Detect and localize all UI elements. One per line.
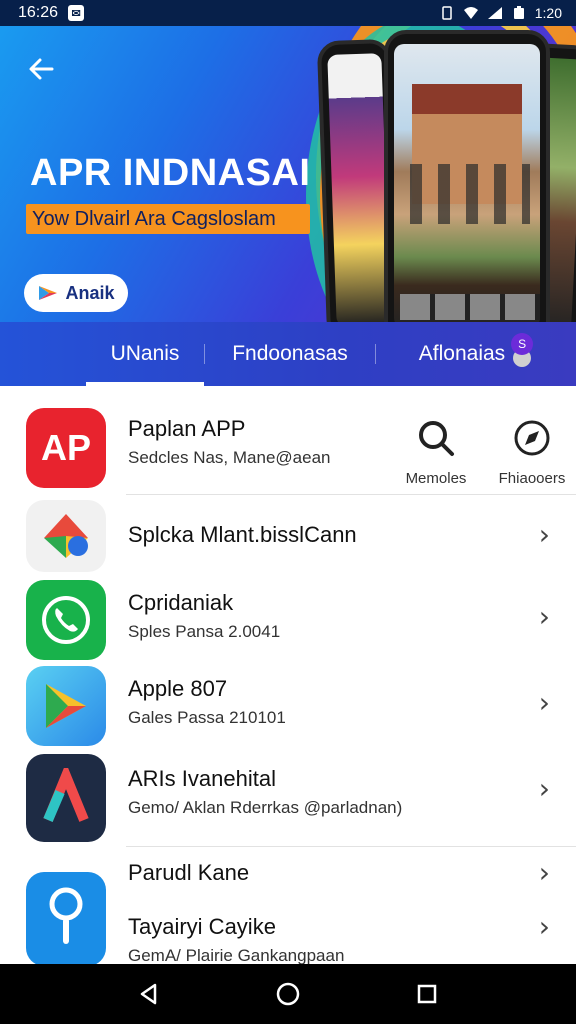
tab-fndoonasas[interactable]: Fndoonasas <box>205 322 375 386</box>
app-icon-ap: AP <box>26 408 106 488</box>
list-item-title: Tayairyi Cayike <box>128 914 276 939</box>
list-item-text: Apple 807 Gales Passa 210101 <box>128 676 286 728</box>
battery-icon <box>513 6 524 19</box>
tab-aflonaias[interactable]: Aflonaias S <box>376 322 576 386</box>
phone-icon <box>26 580 106 660</box>
chevron-right-icon: › <box>538 856 550 889</box>
search-app-icon <box>26 872 106 964</box>
chevron-right-icon: › <box>538 518 550 551</box>
recents-button[interactable] <box>412 979 442 1009</box>
chevron-right-icon: › <box>538 686 550 719</box>
chevron-right-icon: › <box>538 772 550 805</box>
search-icon <box>419 421 454 456</box>
home-circle-icon <box>276 982 300 1006</box>
back-arrow-icon[interactable] <box>28 56 54 88</box>
list-item-title: Cpridaniak <box>128 590 234 615</box>
back-triangle-icon <box>141 983 157 1005</box>
list-item[interactable]: Splcka Mlant.bisslCann › <box>0 498 576 578</box>
tab-unanis[interactable]: UNanis <box>86 322 204 386</box>
list-item-title: Parudl Kane <box>128 860 250 885</box>
system-nav-bar <box>0 964 576 1024</box>
list-item-text: ARIs Ivanehital Gemo/ Aklan Rderrkas @pa… <box>128 766 402 818</box>
fhiaooers-action[interactable]: Fhiaooers <box>492 418 572 487</box>
chevron-right-icon: › <box>538 600 550 633</box>
featured-text: Paplan APP Sedcles Nas, Mane@aean <box>128 416 330 468</box>
vibrate-icon <box>442 6 452 20</box>
list-item-title: ARIs Ivanehital <box>128 766 276 791</box>
wifi-icon <box>463 7 478 19</box>
status-time: 16:26 <box>18 4 59 21</box>
status-left: 16:26 ✉ <box>18 4 85 22</box>
app-icon-text: AP <box>40 427 91 468</box>
row-divider <box>126 494 576 495</box>
back-button[interactable] <box>134 979 164 1009</box>
play-icon <box>26 666 106 746</box>
play-logo-icon <box>39 286 58 300</box>
list-item[interactable]: Apple 807 Gales Passa 210101 › <box>0 662 576 748</box>
list-item[interactable]: Parudl Kane › Tayairyi Cayike GemA/ Plai… <box>0 848 576 964</box>
list-item[interactable]: ARIs Ivanehital Gemo/ Aklan Rderrkas @pa… <box>0 750 576 842</box>
memoles-action[interactable]: Memoles <box>396 418 476 487</box>
status-bar: 16:26 ✉ 1:20 <box>0 0 576 26</box>
chevron-right-icon: › <box>538 910 550 943</box>
list-item-title: Apple 807 <box>128 676 228 701</box>
list-item-text: Splcka Mlant.bisslCann <box>128 522 357 548</box>
phone-mockup-center <box>384 30 550 322</box>
compass-icon <box>514 420 550 456</box>
banner-cta-label: Anaik <box>65 282 115 303</box>
tab-label: UNanis <box>110 342 180 365</box>
list-item-subtitle: Gemo/ Aklan Rderrkas @parladnan) <box>128 798 403 817</box>
featured-title: Paplan APP <box>128 416 246 441</box>
featured-app-row[interactable]: AP Paplan APP Sedcles Nas, Mane@aean Mem… <box>0 406 576 494</box>
status-right: 1:20 <box>439 5 562 21</box>
action-label: Memoles <box>405 470 467 487</box>
tab-badge: S <box>511 333 534 355</box>
notification-app-icon: ✉ <box>68 5 85 21</box>
banner-title: APR INDNASAI <box>30 152 311 194</box>
list-item-subtitle: Gales Passa 210101 <box>128 708 286 727</box>
list-item-title: Splcka Mlant.bisslCann <box>128 522 357 547</box>
maps-icon <box>26 500 106 572</box>
list-item-subtitle: Sples Pansa 2.0041 <box>128 622 281 641</box>
list-item-text: Parudl Kane <box>128 860 249 886</box>
tab-bar: UNanis Fndoonasas Aflonaias S <box>0 322 576 386</box>
tab-label: Fndoonasas <box>232 342 348 365</box>
action-label: Fhiaooers <box>498 470 566 487</box>
app-list: AP Paplan APP Sedcles Nas, Mane@aean Mem… <box>0 386 576 964</box>
featured-subtitle: Sedcles Nas, Mane@aean <box>128 448 331 467</box>
list-item-subtitle: GemA/ Plairie Gankangpaan <box>128 946 345 964</box>
banner-cta-button[interactable]: Anaik <box>24 274 128 312</box>
list-item-text: Tayairyi Cayike GemA/ Plairie Gankangpaa… <box>128 914 344 964</box>
signal-icon <box>487 7 502 19</box>
row-divider <box>126 846 576 847</box>
tab-label: Aflonaias <box>418 342 506 365</box>
a-logo-icon <box>26 754 106 842</box>
hero-banner: APR INDNASAI Yow Dlvairl Ara Cagsloslam … <box>0 26 576 322</box>
banner-subtitle: Yow Dlvairl Ara Cagsloslam <box>26 204 310 234</box>
list-item[interactable]: Cpridaniak Sples Pansa 2.0041 › <box>0 578 576 662</box>
home-button[interactable] <box>273 979 303 1009</box>
tab-spacer <box>0 322 86 386</box>
status-clock: 1:20 <box>534 5 562 21</box>
list-item-text: Cpridaniak Sples Pansa 2.0041 <box>128 590 280 642</box>
recents-square-icon <box>417 984 436 1004</box>
